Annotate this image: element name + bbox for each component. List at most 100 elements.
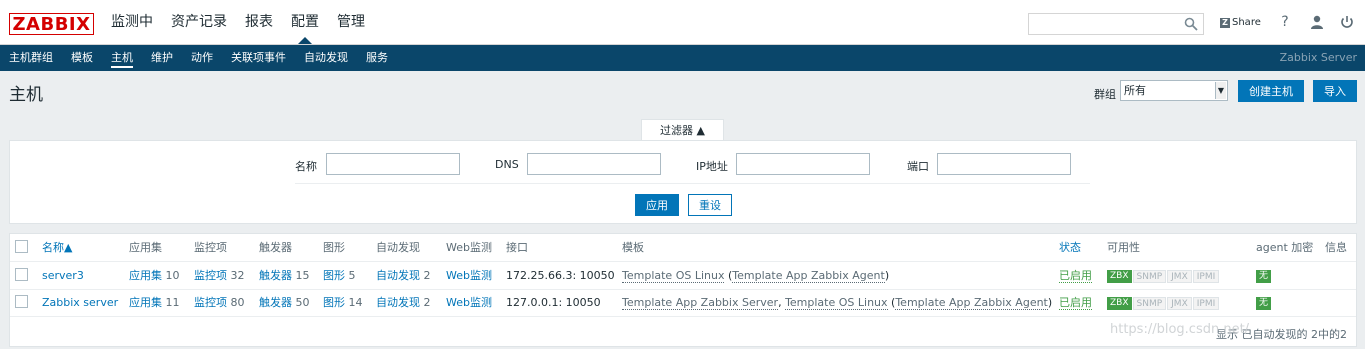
select-all-checkbox[interactable] [15, 240, 28, 253]
header-apps: 应用集 [129, 241, 162, 254]
encryption-cell: 无 [1256, 262, 1272, 289]
search-input[interactable] [1028, 13, 1204, 35]
host-name-link[interactable]: Zabbix server [42, 289, 118, 316]
header-status[interactable]: 状态 [1059, 234, 1081, 261]
header-availability: 可用性 [1107, 241, 1140, 254]
nav-monitoring[interactable]: 监测中 [111, 0, 153, 44]
apps-cell: 应用集 11 [129, 289, 180, 316]
subnav-hosts[interactable]: 主机 [111, 45, 133, 71]
items-link[interactable]: 监控项 [194, 296, 227, 309]
chevron-down-icon: ▼ [1215, 82, 1226, 99]
apply-button[interactable]: 应用 [635, 194, 679, 216]
items-link[interactable]: 监控项 [194, 269, 227, 282]
discovery-link[interactable]: 自动发现 [376, 269, 420, 282]
nav-reports[interactable]: 报表 [245, 0, 273, 44]
row-checkbox[interactable] [15, 268, 28, 281]
web-link[interactable]: Web监测 [446, 289, 492, 316]
template-paren-close: ) [884, 269, 890, 282]
interface-text: 172.25.66.3: 10050 [506, 269, 615, 282]
filter-dns-label: DNS [495, 158, 519, 171]
header-items: 监控项 [194, 241, 227, 254]
template-link[interactable]: Template App Zabbix Agent [895, 296, 1048, 310]
filter-port-input[interactable] [937, 153, 1071, 175]
nav-administration[interactable]: 管理 [337, 0, 365, 44]
ipmi-badge: IPMI [1192, 296, 1220, 310]
triggers-count: 15 [295, 269, 310, 282]
filter-dns-input[interactable] [527, 153, 661, 175]
row-checkbox[interactable] [15, 295, 28, 308]
status-toggle[interactable]: 已启用 [1059, 296, 1092, 310]
template-link[interactable]: Template App Zabbix Agent [732, 269, 885, 283]
template-link[interactable]: Template App Zabbix Server [622, 296, 779, 310]
group-select-value: 所有 [1124, 84, 1146, 97]
encryption-cell: 无 [1256, 289, 1272, 316]
apps-link[interactable]: 应用集 [129, 269, 162, 282]
jmx-badge: JMX [1167, 296, 1192, 310]
snmp-badge: SNMP [1132, 296, 1167, 310]
nav-inventory[interactable]: 资产记录 [171, 0, 227, 44]
discovery-link[interactable]: 自动发现 [376, 296, 420, 309]
group-label: 群组 [1094, 88, 1116, 101]
filter-port-label: 端口 [907, 160, 929, 173]
top-header: ZABBIX 监测中 资产记录 报表 配置 管理 Z Share ? [0, 0, 1365, 45]
discovery-count: 2 [423, 269, 431, 282]
items-cell: 监控项 80 [194, 289, 245, 316]
triggers-link[interactable]: 触发器 [259, 296, 292, 309]
items-count: 80 [230, 296, 245, 309]
filter-panel: 名称 DNS IP地址 端口 应用 重设 [9, 140, 1357, 224]
filter-name-input[interactable] [326, 153, 460, 175]
create-host-button[interactable]: 创建主机 [1238, 80, 1304, 102]
graphs-link[interactable]: 图形 [323, 296, 345, 309]
graphs-count: 5 [348, 269, 356, 282]
reset-button[interactable]: 重设 [688, 194, 732, 216]
apps-link[interactable]: 应用集 [129, 296, 162, 309]
subnav-services[interactable]: 服务 [366, 45, 388, 71]
host-name-link[interactable]: server3 [42, 262, 84, 289]
server-name: Zabbix Server [1279, 51, 1357, 64]
template-link[interactable]: Template OS Linux [785, 296, 888, 310]
nav-configuration[interactable]: 配置 [291, 0, 319, 44]
subnav-maintenance[interactable]: 维护 [151, 45, 173, 71]
header-discovery: 自动发现 [376, 241, 420, 254]
filter-tab[interactable]: 过滤器 ▲ [641, 119, 724, 141]
share-link[interactable]: Z Share [1220, 17, 1261, 28]
subnav-templates[interactable]: 模板 [71, 45, 93, 71]
header-graphs: 图形 [323, 241, 345, 254]
subnav-actions[interactable]: 动作 [191, 45, 213, 71]
page-title: 主机 [9, 85, 43, 105]
triggers-link[interactable]: 触发器 [259, 269, 292, 282]
group-select[interactable]: 所有 ▼ [1120, 80, 1228, 101]
discovery-cell: 自动发现 2 [376, 262, 431, 289]
table-header: 名称▲ 应用集 监控项 触发器 图形 自动发现 Web监测 接口 模板 状态 可… [10, 234, 1356, 262]
header-interface: 接口 [506, 241, 528, 254]
share-icon: Z [1220, 17, 1230, 28]
interface-text: 127.0.0.1: 10050 [506, 296, 601, 309]
search-icon[interactable] [1184, 17, 1198, 31]
import-button[interactable]: 导入 [1313, 80, 1357, 102]
power-icon[interactable] [1339, 14, 1355, 30]
ipmi-badge: IPMI [1192, 269, 1220, 283]
subnav-correlation[interactable]: 关联项事件 [231, 45, 286, 71]
help-icon[interactable]: ? [1277, 14, 1293, 30]
subnav-host-groups[interactable]: 主机群组 [9, 45, 53, 71]
template-link[interactable]: Template OS Linux [622, 269, 725, 283]
graphs-link[interactable]: 图形 [323, 269, 345, 282]
zabbix-logo[interactable]: ZABBIX [9, 13, 94, 35]
web-link[interactable]: Web监测 [446, 262, 492, 289]
filter-ip-input[interactable] [736, 153, 870, 175]
zbx-badge: ZBX [1107, 296, 1132, 310]
user-icon[interactable] [1309, 14, 1325, 30]
header-agent-encryption: agent 加密 [1256, 241, 1314, 254]
filter-ip-label: IP地址 [696, 160, 728, 173]
header-triggers: 触发器 [259, 241, 292, 254]
subnav-discovery[interactable]: 自动发现 [304, 45, 348, 71]
header-name[interactable]: 名称▲ [42, 234, 72, 261]
discovery-cell: 自动发现 2 [376, 289, 431, 316]
graphs-cell: 图形 5 [323, 262, 356, 289]
triggers-cell: 触发器 50 [259, 289, 310, 316]
status-toggle[interactable]: 已启用 [1059, 269, 1092, 283]
header-info: 信息 [1325, 241, 1347, 254]
graphs-count: 14 [348, 296, 363, 309]
status-cell: 已启用 [1059, 262, 1092, 289]
apps-cell: 应用集 10 [129, 262, 180, 289]
